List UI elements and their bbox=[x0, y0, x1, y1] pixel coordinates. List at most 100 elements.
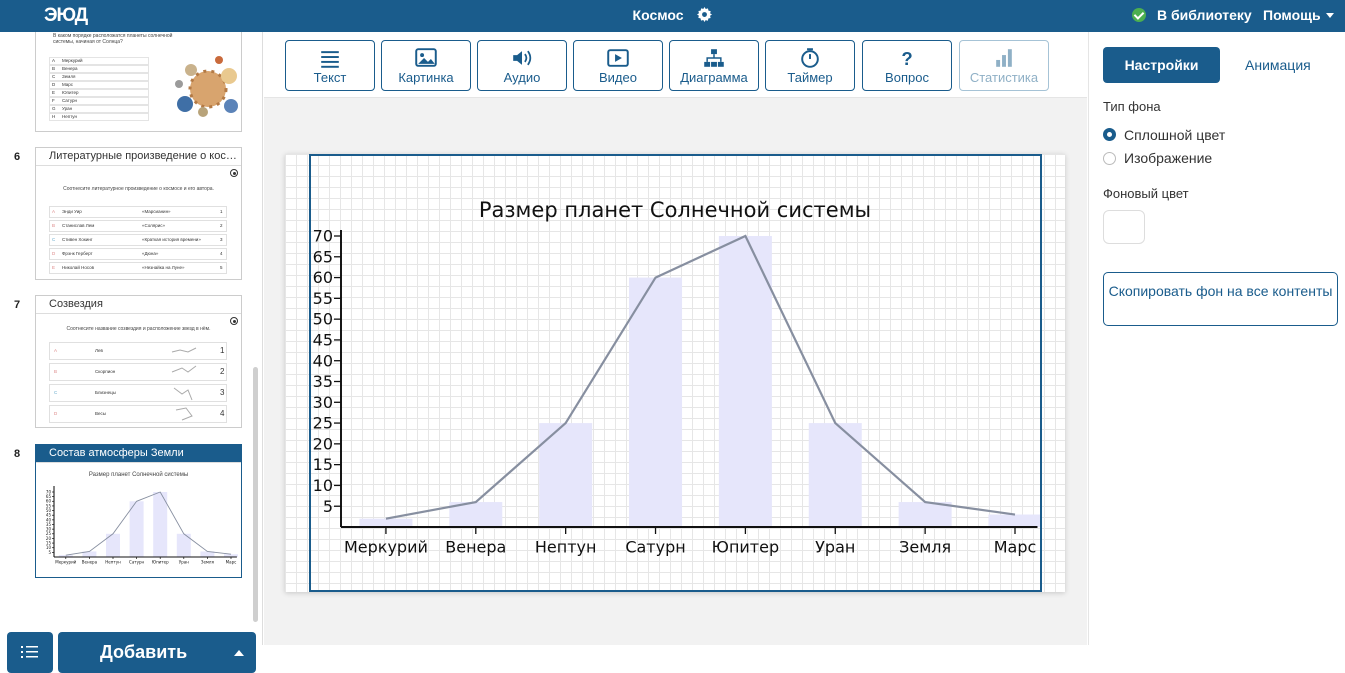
timer-icon bbox=[801, 48, 819, 68]
sidebar-scrollbar[interactable] bbox=[253, 367, 258, 622]
y-tick-label: 20 bbox=[313, 434, 333, 453]
chart-bar bbox=[153, 492, 168, 557]
tool-audio-button[interactable]: Аудио bbox=[477, 40, 567, 91]
y-tick-label: 40 bbox=[46, 517, 52, 522]
mini-table: A Меркурий B Венера C Земля D Марс E Юпитер F… bbox=[49, 57, 149, 121]
x-tick-label: Меркурий bbox=[55, 560, 76, 565]
library-label: В библиотеку bbox=[1157, 7, 1252, 23]
slide-number: 7 bbox=[14, 299, 21, 311]
y-tick-label: 15 bbox=[313, 455, 333, 474]
tool-question-button[interactable]: ? Вопрос bbox=[862, 40, 952, 91]
constellation-sketches bbox=[171, 347, 197, 421]
list-item: C Стивен Хокинг «Краткая история времени» 3 bbox=[49, 234, 227, 246]
y-tick-label: 10 bbox=[313, 476, 333, 495]
x-tick-label: Сатурн bbox=[625, 537, 685, 556]
y-tick-label: 65 bbox=[313, 247, 333, 266]
y-tick-label: 30 bbox=[46, 527, 52, 532]
copy-bg-button[interactable]: Скопировать фон на все контенты bbox=[1103, 272, 1338, 326]
stats-icon bbox=[996, 49, 1012, 67]
list-button[interactable] bbox=[7, 632, 53, 673]
slide-title: Созвездия bbox=[36, 296, 241, 314]
radio-image[interactable] bbox=[1103, 152, 1116, 165]
y-tick-label: 15 bbox=[46, 540, 52, 545]
y-tick-label: 60 bbox=[313, 268, 333, 287]
chart-bar bbox=[718, 236, 772, 527]
x-tick-label: Нептун bbox=[535, 537, 597, 556]
question-icon: ? bbox=[901, 48, 912, 68]
y-tick-label: 40 bbox=[313, 351, 333, 370]
help-dropdown[interactable]: Помощь bbox=[1263, 7, 1334, 23]
chart-bar bbox=[629, 277, 683, 527]
slide-canvas[interactable]: Размер планет Солнечной системы 5 10 15 20 25… bbox=[285, 154, 1065, 592]
tool-label: Текст bbox=[313, 70, 347, 85]
slide-number: 6 bbox=[14, 151, 21, 163]
chart-line bbox=[65, 491, 232, 556]
slide-thumbnail-active[interactable]: Состав атмосферы Земли Размер планет Сол… bbox=[35, 444, 242, 578]
radio-solid-label[interactable]: Сплошной цвет bbox=[1124, 127, 1225, 143]
chart-block[interactable]: Размер планет Солнечной системы 5 10 15 20 25… bbox=[309, 154, 1042, 592]
y-tick-label: 60 bbox=[46, 499, 52, 504]
list-item: B Станислав Лем «Солярис» 2 bbox=[49, 220, 227, 232]
tool-label: Диаграмма bbox=[680, 70, 748, 85]
content-toolbar: Текст Картинка Аудио Видео Диаграмма Тай… bbox=[264, 32, 1087, 98]
settings-panel: Настройки Анимация Тип фона Сплошной цве… bbox=[1088, 32, 1345, 645]
chart: Размер планет Солнечной системы 5 10 15 2025… bbox=[313, 198, 1042, 556]
bg-color-swatch[interactable] bbox=[1103, 210, 1145, 244]
slide-thumbnail[interactable]: Литературные произведение о косм... Соот… bbox=[35, 147, 242, 280]
diagram-icon bbox=[704, 49, 724, 67]
x-tick-label: Венера bbox=[82, 560, 98, 565]
x-tick-label: Марс bbox=[226, 560, 237, 565]
slide-title: Состав атмосферы Земли bbox=[36, 445, 241, 463]
y-tick-label: 35 bbox=[46, 522, 52, 527]
y-tick-label: 5 bbox=[48, 550, 51, 555]
x-tick-label: Марс bbox=[994, 537, 1037, 556]
slide-number: 8 bbox=[14, 448, 21, 460]
radio-image-label[interactable]: Изображение bbox=[1124, 150, 1212, 166]
tool-image-button[interactable]: Картинка bbox=[381, 40, 471, 91]
y-tick-label: 10 bbox=[46, 545, 52, 550]
list-item: D Фрэнк Герберт «Дюна» 4 bbox=[49, 248, 227, 260]
tool-video-button[interactable]: Видео bbox=[573, 40, 663, 91]
x-tick-label: Юпитер bbox=[152, 560, 169, 565]
y-tick-label: 65 bbox=[46, 494, 52, 499]
library-link[interactable]: В библиотеку bbox=[1132, 7, 1252, 23]
slide-thumbnail[interactable]: Созвездия Соотнесите название созвездия … bbox=[35, 295, 242, 428]
mini-chart-title: Размер планет Солнечной системы bbox=[88, 472, 189, 478]
chart-bar bbox=[988, 514, 1042, 527]
gear-icon[interactable] bbox=[697, 7, 713, 25]
tool-timer-button[interactable]: Таймер bbox=[765, 40, 855, 91]
tab-settings[interactable]: Настройки bbox=[1103, 47, 1220, 83]
image-icon bbox=[415, 48, 437, 67]
caret-up-icon[interactable] bbox=[234, 650, 244, 656]
slide-question: Соотнесите название созвездия и располож… bbox=[66, 326, 211, 332]
text-icon bbox=[321, 51, 339, 68]
list-item: A Энди Уир «Марсианин» 1 bbox=[49, 206, 227, 218]
y-tick-label: 45 bbox=[46, 513, 52, 518]
mini-chart: 510152025303540455055606570 Меркурий Венер… bbox=[46, 486, 238, 565]
y-tick-label: 20 bbox=[46, 536, 52, 541]
tool-text-button[interactable]: Текст bbox=[285, 40, 375, 91]
slides-sidebar: В каком порядке расположатся планеты сол… bbox=[0, 32, 263, 673]
y-tick-label: 55 bbox=[313, 289, 333, 308]
check-circle-icon bbox=[1132, 8, 1146, 22]
add-button[interactable]: Добавить bbox=[58, 632, 256, 673]
y-tick-label: 55 bbox=[46, 503, 52, 508]
slide-question: Соотнесите литературное произведение о к… bbox=[63, 186, 214, 192]
record-icon bbox=[230, 317, 238, 325]
y-tick-label: 45 bbox=[313, 331, 333, 350]
tab-animation[interactable]: Анимация bbox=[1245, 57, 1311, 73]
bg-color-label: Фоновый цвет bbox=[1103, 186, 1189, 201]
tool-label: Картинка bbox=[398, 70, 454, 85]
tool-label: Аудио bbox=[503, 70, 541, 85]
add-label: Добавить bbox=[100, 642, 188, 662]
tool-label: Вопрос bbox=[885, 70, 929, 85]
y-tick-label: 70 bbox=[313, 227, 333, 246]
x-tick-label: Юпитер bbox=[712, 537, 779, 556]
y-tick-label: 50 bbox=[313, 310, 333, 329]
list-item: E Николай Носов «Незнайка на Луне» 5 bbox=[49, 262, 227, 274]
chart-bar bbox=[898, 502, 952, 527]
slide-thumbnail[interactable]: В каком порядке расположатся планеты сол… bbox=[35, 32, 242, 132]
top-bar: ЭЮД Космос В библиотеку Помощь bbox=[0, 0, 1345, 32]
tool-diagram-button[interactable]: Диаграмма bbox=[669, 40, 759, 91]
radio-solid-color[interactable] bbox=[1103, 128, 1116, 141]
